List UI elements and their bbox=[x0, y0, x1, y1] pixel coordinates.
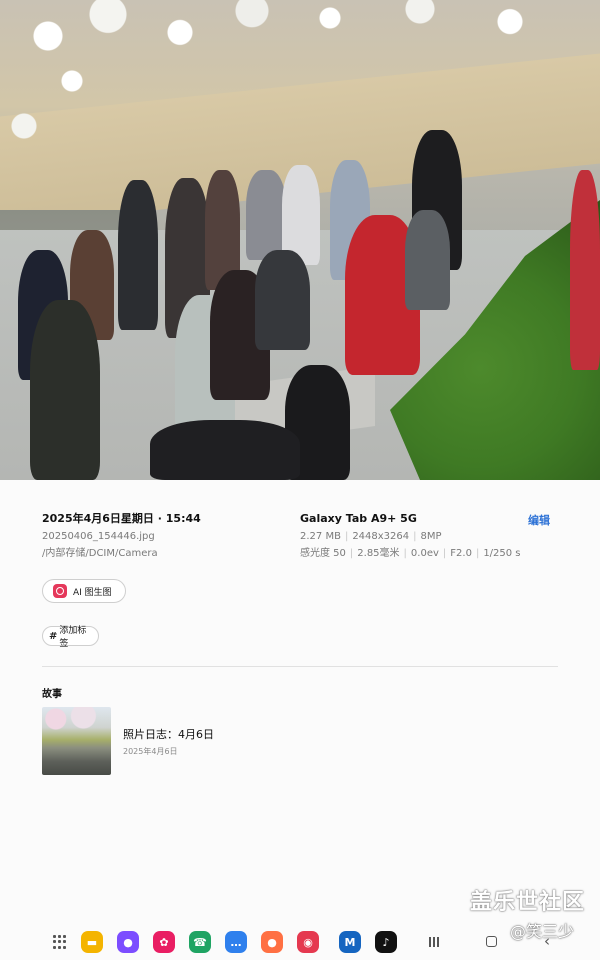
aperture: F2.0 bbox=[450, 548, 472, 559]
add-tag-label: 添加标签 bbox=[59, 626, 87, 649]
resolution: 2448x3264 bbox=[352, 531, 410, 542]
recents-button[interactable] bbox=[429, 937, 441, 949]
photo-person bbox=[118, 180, 158, 330]
photo-person bbox=[255, 250, 310, 350]
story-date: 2025年4月6日 bbox=[123, 747, 178, 756]
spec-row-file: 2.27 MB | 2448x3264 | 8MP bbox=[300, 531, 442, 542]
photo-datetime: 2025年4月6日星期日 · 15:44 bbox=[42, 512, 201, 525]
gallery-app-icon[interactable]: ✿ bbox=[153, 931, 175, 953]
photo-meta-right: Galaxy Tab A9+ 5G 2.27 MB | 2448x3264 | 8MP … bbox=[300, 512, 560, 562]
ai-image-label: AI 图生图 bbox=[73, 587, 112, 598]
divider bbox=[42, 666, 558, 667]
edit-button[interactable]: 编辑 bbox=[528, 512, 550, 528]
shutter-speed: 1/250 s bbox=[483, 548, 521, 559]
photo-person bbox=[405, 210, 450, 310]
spec-row-exposure: 感光度 50 | 2.85毫米 | 0.0ev | F2.0 | 1/250 s bbox=[300, 548, 521, 559]
photo-person bbox=[150, 420, 300, 480]
photo-person bbox=[570, 170, 600, 370]
apps-grid-icon[interactable] bbox=[53, 935, 67, 949]
photo-person bbox=[246, 170, 286, 260]
focal-length: 2.85毫米 bbox=[357, 548, 400, 559]
photo-meta-left: 2025年4月6日星期日 · 15:44 20250406_154446.jpg… bbox=[42, 512, 282, 562]
internet-app-icon[interactable]: ● bbox=[117, 931, 139, 953]
back-button[interactable]: ‹ bbox=[544, 932, 550, 950]
iso: 感光度 50 bbox=[300, 548, 346, 559]
photo-person bbox=[30, 300, 100, 480]
story-name[interactable]: 照片日志：4月6日 bbox=[123, 726, 214, 742]
ai-image-button[interactable]: AI 图生图 bbox=[42, 579, 126, 603]
story-section-title: 故事 bbox=[42, 689, 62, 700]
phone-app-icon[interactable]: ☎ bbox=[189, 931, 211, 953]
photo-blossom bbox=[0, 0, 600, 180]
messages-app-icon[interactable]: … bbox=[225, 931, 247, 953]
camera-app-icon[interactable]: ◉ bbox=[297, 931, 319, 953]
device-name: Galaxy Tab A9+ 5G bbox=[300, 512, 417, 525]
photo-filename: 20250406_154446.jpg bbox=[42, 531, 155, 542]
exposure-value: 0.0ev bbox=[410, 548, 439, 559]
tiktok-app-icon[interactable]: ♪ bbox=[375, 931, 397, 953]
add-tag-button[interactable]: # 添加标签 bbox=[42, 626, 99, 649]
hashtag-icon: # bbox=[49, 630, 58, 642]
file-size: 2.27 MB bbox=[300, 531, 341, 542]
files-app-icon[interactable]: ▬ bbox=[81, 931, 103, 953]
contacts-app-icon[interactable]: ● bbox=[261, 931, 283, 953]
watermark-community: 盖乐世社区 bbox=[470, 890, 586, 915]
home-button[interactable] bbox=[486, 936, 497, 947]
ai-image-icon bbox=[53, 584, 67, 598]
megapixels: 8MP bbox=[420, 531, 442, 542]
m-app-icon[interactable]: M bbox=[339, 931, 361, 953]
photo-path: /内部存储/DCIM/Camera bbox=[42, 548, 158, 559]
photo-view[interactable] bbox=[0, 0, 600, 480]
story-thumbnail[interactable] bbox=[42, 707, 111, 775]
